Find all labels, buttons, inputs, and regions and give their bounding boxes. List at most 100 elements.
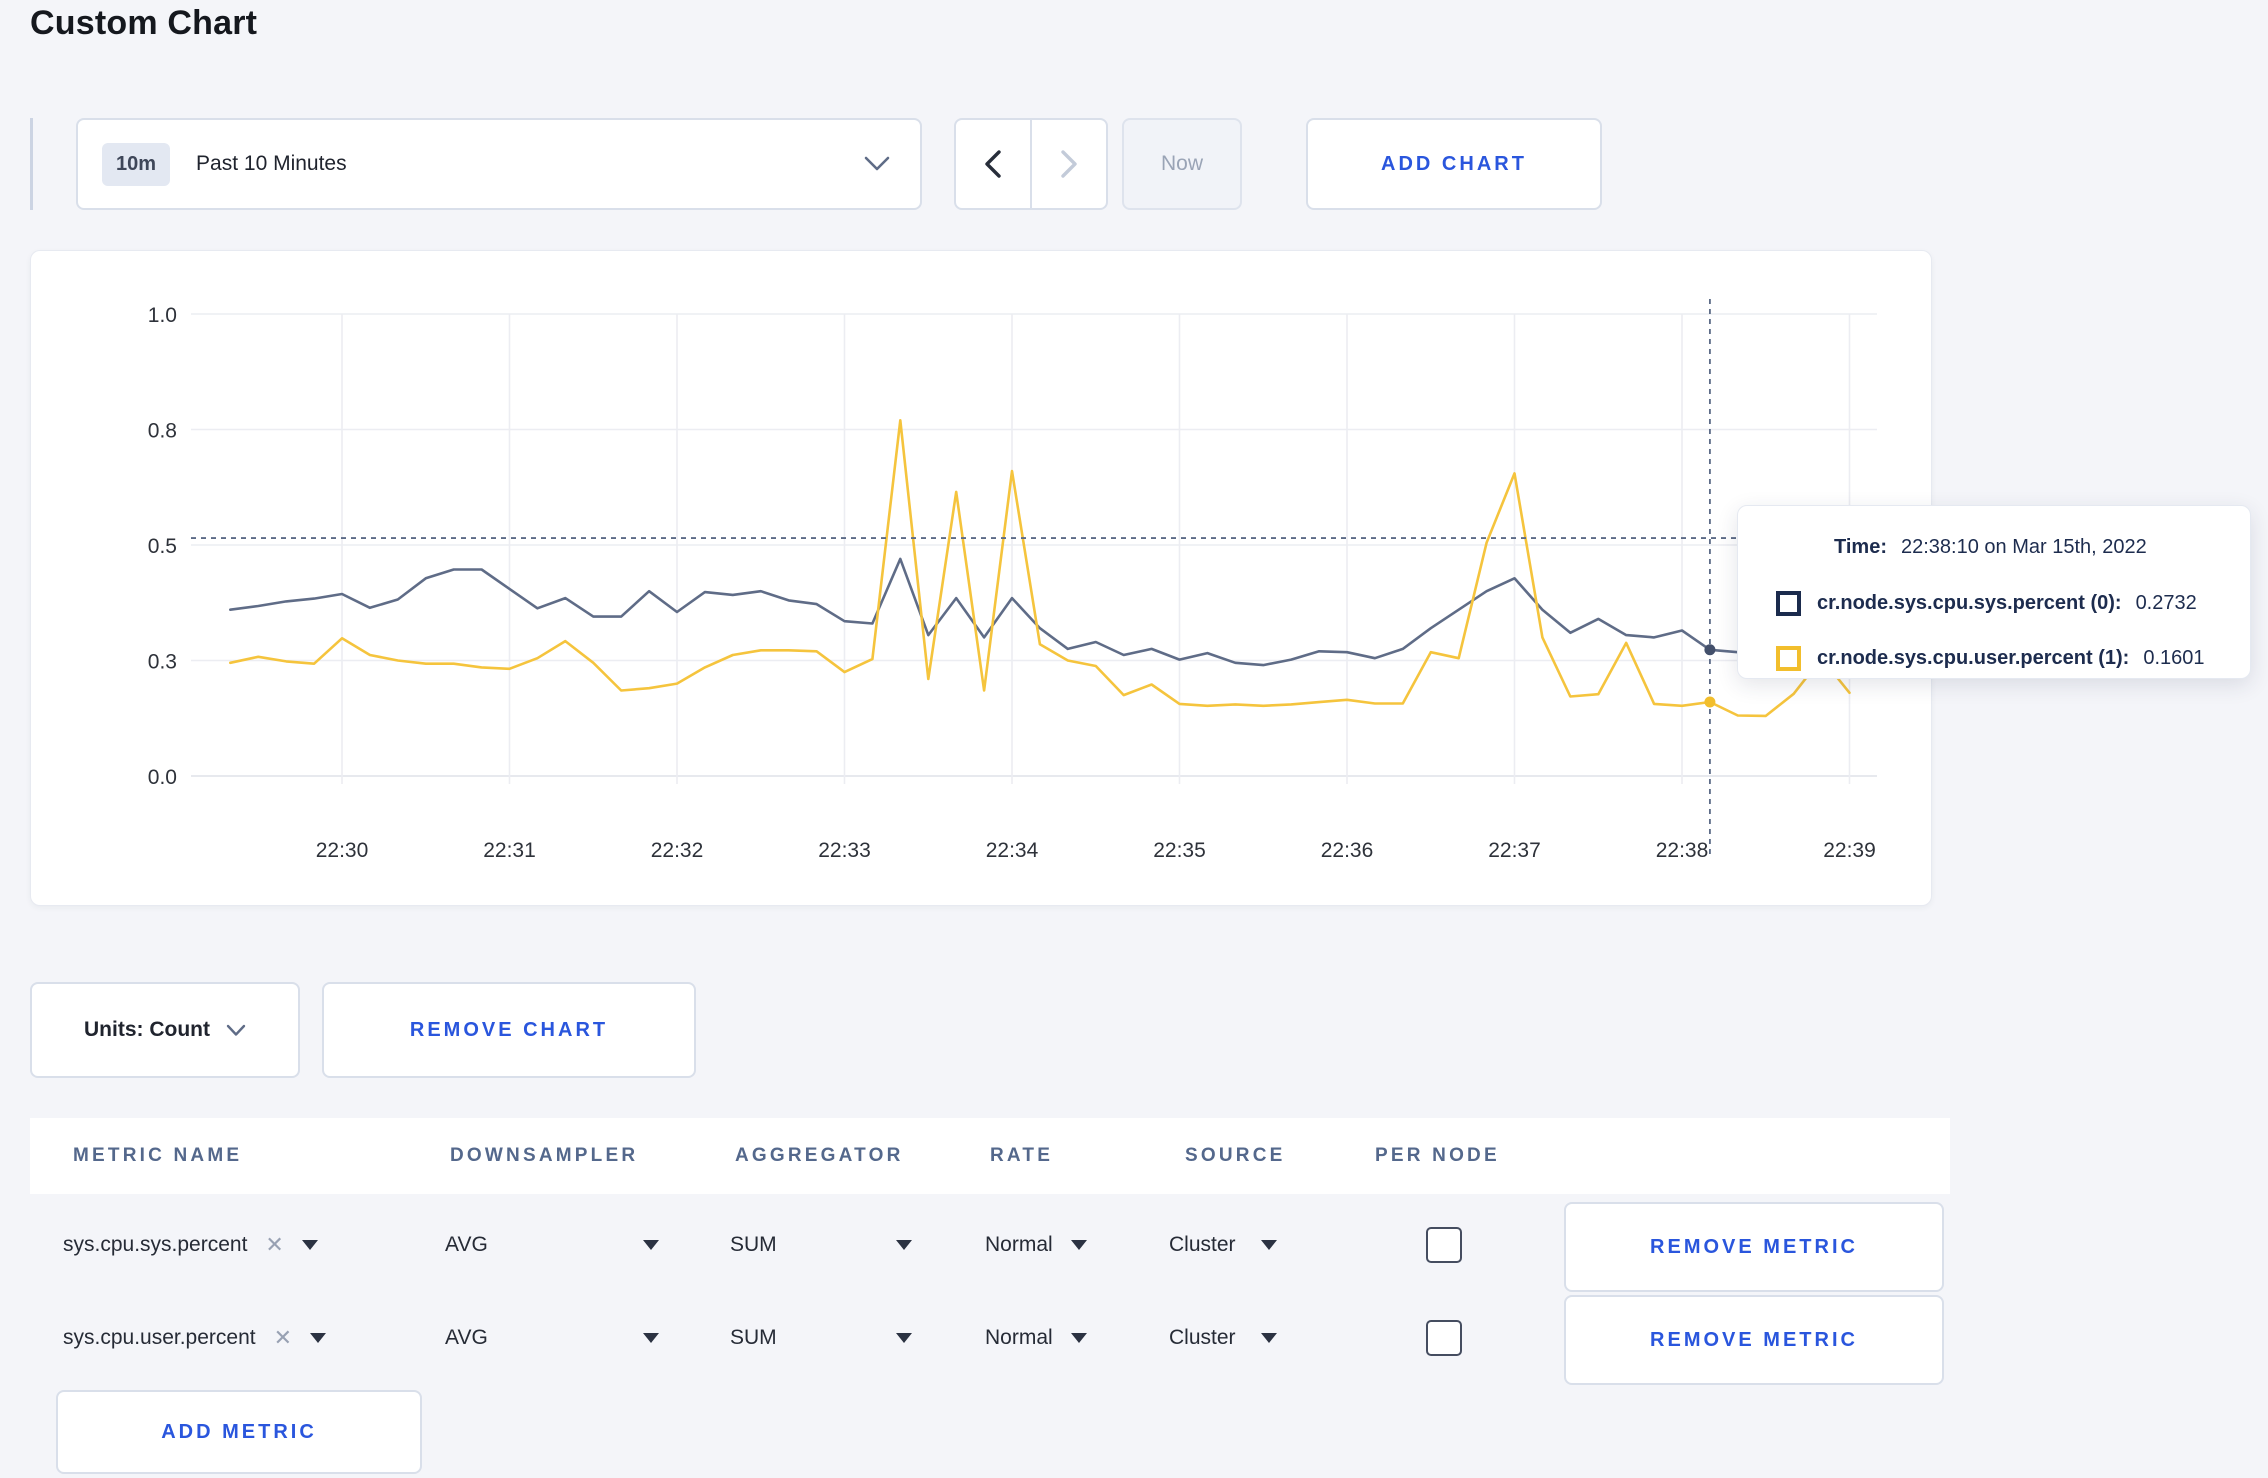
downsampler-value: AVG: [445, 1326, 488, 1349]
y-axis-tick-label: 0.3: [148, 651, 177, 674]
aggregator-select[interactable]: SUM: [730, 1233, 912, 1257]
add-chart-button[interactable]: ADD CHART: [1306, 118, 1602, 210]
tooltip-series-row: cr.node.sys.cpu.sys.percent (0): 0.2732: [1776, 590, 2197, 616]
metric-name-value: sys.cpu.sys.percent: [63, 1233, 248, 1256]
tooltip-series-label: cr.node.sys.cpu.sys.percent (0):: [1817, 591, 2122, 614]
tooltip-time-value: 22:38:10 on Mar 15th, 2022: [1900, 535, 2147, 558]
chevron-right-icon: [1061, 150, 1077, 178]
dropdown-caret-icon: [643, 1240, 659, 1250]
x-axis-tick-label: 22:39: [1823, 839, 1876, 862]
remove-metric-button[interactable]: REMOVE METRIC: [1564, 1295, 1944, 1385]
dropdown-caret-icon: [301, 1240, 318, 1250]
remove-metric-button[interactable]: REMOVE METRIC: [1564, 1202, 1944, 1292]
sys-series-swatch-icon: [1776, 590, 1801, 616]
aggregator-select[interactable]: SUM: [730, 1326, 912, 1350]
series-line-1: [229, 419, 1851, 718]
source-value: Cluster: [1169, 1233, 1236, 1256]
remove-metric-label: REMOVE METRIC: [1650, 1328, 1858, 1351]
timeframe-dropdown[interactable]: 10m Past 10 Minutes: [76, 118, 922, 210]
tooltip-series-value: 0.1601: [2143, 646, 2205, 669]
series-line-0: [229, 557, 1851, 667]
dropdown-caret-icon: [896, 1240, 912, 1250]
add-metric-button[interactable]: ADD METRIC: [56, 1390, 422, 1474]
metric-row: sys.cpu.sys.percent ✕ AVG SUM Normal Clu…: [0, 1202, 2268, 1292]
column-header-rate: RATE: [990, 1145, 1054, 1166]
time-forward-button[interactable]: [1030, 120, 1106, 208]
rate-value: Normal: [985, 1233, 1053, 1256]
y-axis-tick-label: 0.5: [148, 535, 177, 558]
per-node-checkbox[interactable]: [1426, 1320, 1462, 1356]
now-button-label: Now: [1160, 152, 1203, 175]
metrics-chart[interactable]: 0.0 0.3 0.5 0.8 1.0 22:30 22:31 22:32 22:33 22:34…: [31, 251, 1933, 907]
hover-dot-0: [1704, 644, 1716, 656]
x-axis-tick-label: 22:34: [986, 839, 1039, 862]
tooltip-series-row: cr.node.sys.cpu.user.percent (1): 0.1601: [1776, 645, 2205, 671]
dropdown-caret-icon: [643, 1333, 659, 1343]
toolbar-divider: [30, 118, 33, 210]
chevron-left-icon: [985, 150, 1001, 178]
x-axis-tick-label: 22:32: [651, 839, 704, 862]
column-header-metric-name: METRIC NAME: [73, 1145, 243, 1166]
clear-metric-icon[interactable]: ✕: [265, 1232, 283, 1258]
tooltip-time-label: Time:: [1834, 535, 1887, 558]
units-dropdown[interactable]: Units: Count: [30, 982, 300, 1078]
metric-name-select[interactable]: sys.cpu.user.percent ✕: [63, 1325, 327, 1351]
x-axis-tick-label: 22:31: [483, 839, 536, 862]
downsampler-select[interactable]: AVG: [445, 1233, 659, 1257]
source-value: Cluster: [1169, 1326, 1236, 1349]
rate-select[interactable]: Normal: [985, 1233, 1087, 1257]
metric-name-value: sys.cpu.user.percent: [63, 1326, 256, 1349]
units-dropdown-label: Units: Count: [84, 1018, 210, 1041]
rate-value: Normal: [985, 1326, 1053, 1349]
downsampler-value: AVG: [445, 1233, 488, 1256]
column-header-source: SOURCE: [1185, 1145, 1286, 1166]
chart-tooltip: Time: 22:38:10 on Mar 15th, 2022 cr.node…: [1737, 505, 2251, 679]
x-axis-tick-label: 22:30: [316, 839, 369, 862]
tooltip-series-label: cr.node.sys.cpu.user.percent (1):: [1817, 646, 2130, 669]
remove-chart-button[interactable]: REMOVE CHART: [322, 982, 696, 1078]
source-select[interactable]: Cluster: [1169, 1233, 1277, 1257]
dropdown-caret-icon: [310, 1333, 327, 1343]
x-axis-tick-label: 22:33: [818, 839, 871, 862]
add-metric-label: ADD METRIC: [161, 1420, 317, 1443]
remove-chart-label: REMOVE CHART: [409, 1018, 609, 1041]
dropdown-caret-icon: [1071, 1240, 1087, 1250]
y-axis-tick-label: 1.0: [148, 304, 177, 327]
y-axis-tick-label: 0.0: [148, 766, 177, 789]
column-header-aggregator: AGGREGATOR: [735, 1145, 904, 1166]
x-axis-tick-label: 22:38: [1656, 839, 1709, 862]
tooltip-time-row: Time: 22:38:10 on Mar 15th, 2022: [1834, 534, 2147, 560]
dropdown-caret-icon: [1071, 1333, 1087, 1343]
clear-metric-icon[interactable]: ✕: [274, 1325, 292, 1351]
rate-select[interactable]: Normal: [985, 1326, 1087, 1350]
chart-card: 0.0 0.3 0.5 0.8 1.0 22:30 22:31 22:32 22:33 22:34…: [30, 250, 1932, 906]
x-axis-tick-label: 22:37: [1488, 839, 1541, 862]
hover-dot-1: [1704, 696, 1716, 708]
x-axis-tick-label: 22:36: [1321, 839, 1374, 862]
user-series-swatch-icon: [1776, 645, 1801, 671]
add-chart-label: ADD CHART: [1381, 152, 1527, 175]
timeframe-badge: 10m: [102, 142, 171, 186]
aggregator-value: SUM: [730, 1326, 777, 1349]
downsampler-select[interactable]: AVG: [445, 1326, 659, 1350]
aggregator-value: SUM: [730, 1233, 777, 1256]
dropdown-caret-icon: [896, 1333, 912, 1343]
chevron-down-icon: [864, 156, 890, 171]
column-header-per-node: PER NODE: [1375, 1145, 1500, 1166]
dropdown-caret-icon: [1261, 1240, 1277, 1250]
column-header-downsampler: DOWNSAMPLER: [450, 1145, 639, 1166]
source-select[interactable]: Cluster: [1169, 1326, 1277, 1350]
time-nav-group: [954, 118, 1108, 210]
tooltip-series-value: 0.2732: [2135, 591, 2197, 614]
per-node-checkbox[interactable]: [1426, 1227, 1462, 1263]
y-axis-tick-label: 0.8: [148, 420, 177, 443]
timeframe-label: Past 10 Minutes: [196, 152, 347, 175]
chevron-down-icon: [226, 1024, 246, 1036]
metric-name-select[interactable]: sys.cpu.sys.percent ✕: [63, 1232, 318, 1258]
metrics-table-header: METRIC NAME DOWNSAMPLER AGGREGATOR RATE …: [30, 1118, 1950, 1194]
time-back-button[interactable]: [956, 120, 1030, 208]
custom-chart-page: Custom Chart 10m Past 10 Minutes Now ADD…: [0, 0, 2268, 1478]
remove-metric-label: REMOVE METRIC: [1650, 1235, 1858, 1258]
page-title: Custom Chart: [30, 4, 258, 42]
now-button[interactable]: Now: [1122, 118, 1242, 210]
